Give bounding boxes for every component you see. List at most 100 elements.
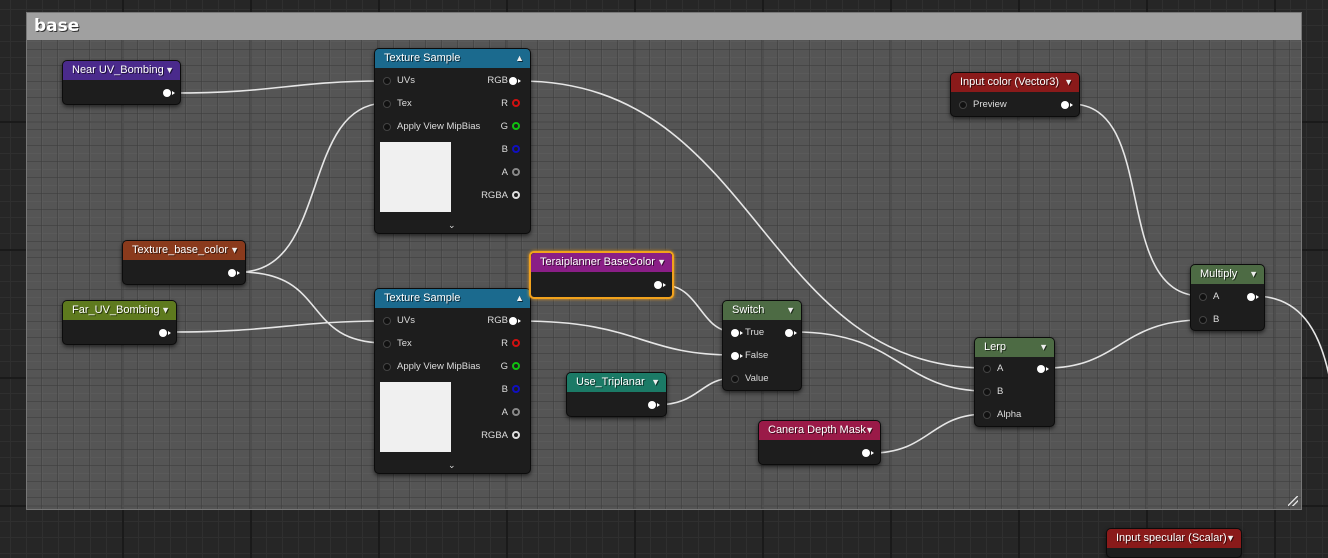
- output-pin[interactable]: [648, 401, 660, 409]
- preview-pin[interactable]: [959, 101, 967, 109]
- output-pin[interactable]: [1037, 365, 1049, 373]
- output-pin[interactable]: [862, 449, 874, 457]
- b-pin[interactable]: [512, 145, 520, 153]
- chevron-down-icon[interactable]: ▼: [230, 241, 239, 260]
- value-label: Value: [745, 373, 769, 384]
- rgb-pin[interactable]: [509, 77, 521, 85]
- b-pin[interactable]: [1199, 316, 1207, 324]
- node-title: Texture_base_color: [132, 244, 229, 256]
- g-label: G: [500, 121, 508, 132]
- chevron-down-icon[interactable]: ⌄: [448, 460, 456, 471]
- a-label: A: [997, 363, 1004, 374]
- switch-header[interactable]: Switch ▼: [723, 301, 801, 320]
- node-title: Texture Sample: [384, 52, 461, 64]
- rgba-pin[interactable]: [512, 191, 520, 199]
- rgb-pin[interactable]: [509, 317, 521, 325]
- false-pin[interactable]: [731, 352, 743, 360]
- r-pin[interactable]: [512, 99, 520, 107]
- alpha-pin[interactable]: [983, 411, 991, 419]
- alpha-label: Alpha: [997, 409, 1022, 420]
- chevron-down-icon[interactable]: ▼: [1226, 529, 1235, 548]
- chevron-down-icon[interactable]: ▼: [786, 301, 795, 320]
- input-color-header[interactable]: Input color (Vector3) ▼: [951, 73, 1079, 92]
- texture-sample-node-2[interactable]: Texture Sample ▲ UVs Tex Apply View MipB…: [374, 288, 531, 474]
- g-pin[interactable]: [512, 362, 520, 370]
- input-color-node[interactable]: Input color (Vector3) ▼ Preview: [950, 72, 1080, 117]
- preview-label: Preview: [973, 99, 1007, 110]
- camera-depth-mask-header[interactable]: Canera Depth Mask ▼: [759, 421, 880, 440]
- node-title: Near UV_Bombing: [72, 64, 164, 76]
- chevron-down-icon[interactable]: ▼: [165, 61, 174, 80]
- a-pin[interactable]: [512, 408, 520, 416]
- value-pin[interactable]: [731, 375, 739, 383]
- r-pin[interactable]: [512, 339, 520, 347]
- output-pin[interactable]: [1247, 293, 1259, 301]
- node-title: Teraiplanner BaseColor: [540, 256, 655, 268]
- b-label: B: [997, 386, 1004, 397]
- uvs-pin[interactable]: [383, 77, 391, 85]
- resize-handle-icon[interactable]: [1288, 496, 1298, 506]
- lerp-node[interactable]: Lerp ▼ A B Alpha: [974, 337, 1055, 427]
- a-label: A: [1213, 291, 1220, 302]
- near-uv-bombing-header[interactable]: Near UV_Bombing ▼: [63, 61, 180, 80]
- g-label: G: [500, 361, 508, 372]
- input-specular-header[interactable]: Input specular (Scalar) ▼: [1107, 529, 1241, 548]
- mipbias-pin[interactable]: [383, 363, 391, 371]
- texture-base-color-node[interactable]: Texture_base_color ▼: [122, 240, 246, 285]
- g-pin[interactable]: [512, 122, 520, 130]
- b-label: B: [501, 144, 508, 155]
- rgb-label: RGB: [487, 315, 508, 326]
- texture-sample-node-1[interactable]: Texture Sample ▲ UVs Tex Apply View MipB…: [374, 48, 531, 234]
- a-pin[interactable]: [1199, 293, 1207, 301]
- chevron-down-icon[interactable]: ▼: [1249, 265, 1258, 284]
- far-uv-bombing-node[interactable]: Far_UV_Bombing ▼: [62, 300, 177, 345]
- chevron-down-icon[interactable]: ▼: [865, 421, 874, 440]
- a-pin[interactable]: [512, 168, 520, 176]
- use-triplanar-node[interactable]: Use_Triplanar ▼: [566, 372, 667, 417]
- switch-node[interactable]: Switch ▼ True False Value: [722, 300, 802, 391]
- a-pin[interactable]: [983, 365, 991, 373]
- output-pin[interactable]: [785, 329, 797, 337]
- use-triplanar-header[interactable]: Use_Triplanar ▼: [567, 373, 666, 392]
- rgb-label: RGB: [487, 75, 508, 86]
- chevron-up-icon[interactable]: ▲: [515, 289, 524, 308]
- texture-preview: [380, 382, 451, 452]
- lerp-header[interactable]: Lerp ▼: [975, 338, 1054, 357]
- output-pin[interactable]: [654, 281, 666, 289]
- tex-pin[interactable]: [383, 100, 391, 108]
- rgba-pin[interactable]: [512, 431, 520, 439]
- chevron-down-icon[interactable]: ▼: [1064, 73, 1073, 92]
- true-pin[interactable]: [731, 329, 743, 337]
- chevron-up-icon[interactable]: ▲: [515, 49, 524, 68]
- teraiplanner-basecolor-node[interactable]: Teraiplanner BaseColor ▼: [529, 251, 674, 299]
- multiply-node[interactable]: Multiply ▼ A B: [1190, 264, 1265, 331]
- far-uv-bombing-header[interactable]: Far_UV_Bombing ▼: [63, 301, 176, 320]
- output-pin[interactable]: [159, 329, 171, 337]
- input-specular-node[interactable]: Input specular (Scalar) ▼: [1106, 528, 1242, 558]
- chevron-down-icon[interactable]: ▼: [1039, 338, 1048, 357]
- b-pin[interactable]: [512, 385, 520, 393]
- b-pin[interactable]: [983, 388, 991, 396]
- multiply-header[interactable]: Multiply ▼: [1191, 265, 1264, 284]
- false-label: False: [745, 350, 769, 361]
- chevron-down-icon[interactable]: ⌄: [448, 220, 456, 231]
- tex-pin[interactable]: [383, 340, 391, 348]
- mipbias-pin[interactable]: [383, 123, 391, 131]
- output-pin[interactable]: [228, 269, 240, 277]
- chevron-down-icon[interactable]: ▼: [657, 253, 666, 272]
- uvs-pin[interactable]: [383, 317, 391, 325]
- uvs-label: UVs: [397, 315, 415, 326]
- texture-sample-header[interactable]: Texture Sample ▲: [375, 49, 530, 68]
- camera-depth-mask-node[interactable]: Canera Depth Mask ▼: [758, 420, 881, 465]
- teraiplanner-basecolor-header[interactable]: Teraiplanner BaseColor ▼: [531, 253, 672, 272]
- b-label: B: [1213, 314, 1220, 325]
- output-pin[interactable]: [1061, 101, 1073, 109]
- texture-sample-header[interactable]: Texture Sample ▲: [375, 289, 530, 308]
- comment-title[interactable]: base: [27, 13, 1301, 40]
- output-pin[interactable]: [163, 89, 175, 97]
- texture-base-color-header[interactable]: Texture_base_color ▼: [123, 241, 245, 260]
- near-uv-bombing-node[interactable]: Near UV_Bombing ▼: [62, 60, 181, 105]
- chevron-down-icon[interactable]: ▼: [161, 301, 170, 320]
- mipbias-label: Apply View MipBias: [397, 121, 481, 132]
- chevron-down-icon[interactable]: ▼: [651, 373, 660, 392]
